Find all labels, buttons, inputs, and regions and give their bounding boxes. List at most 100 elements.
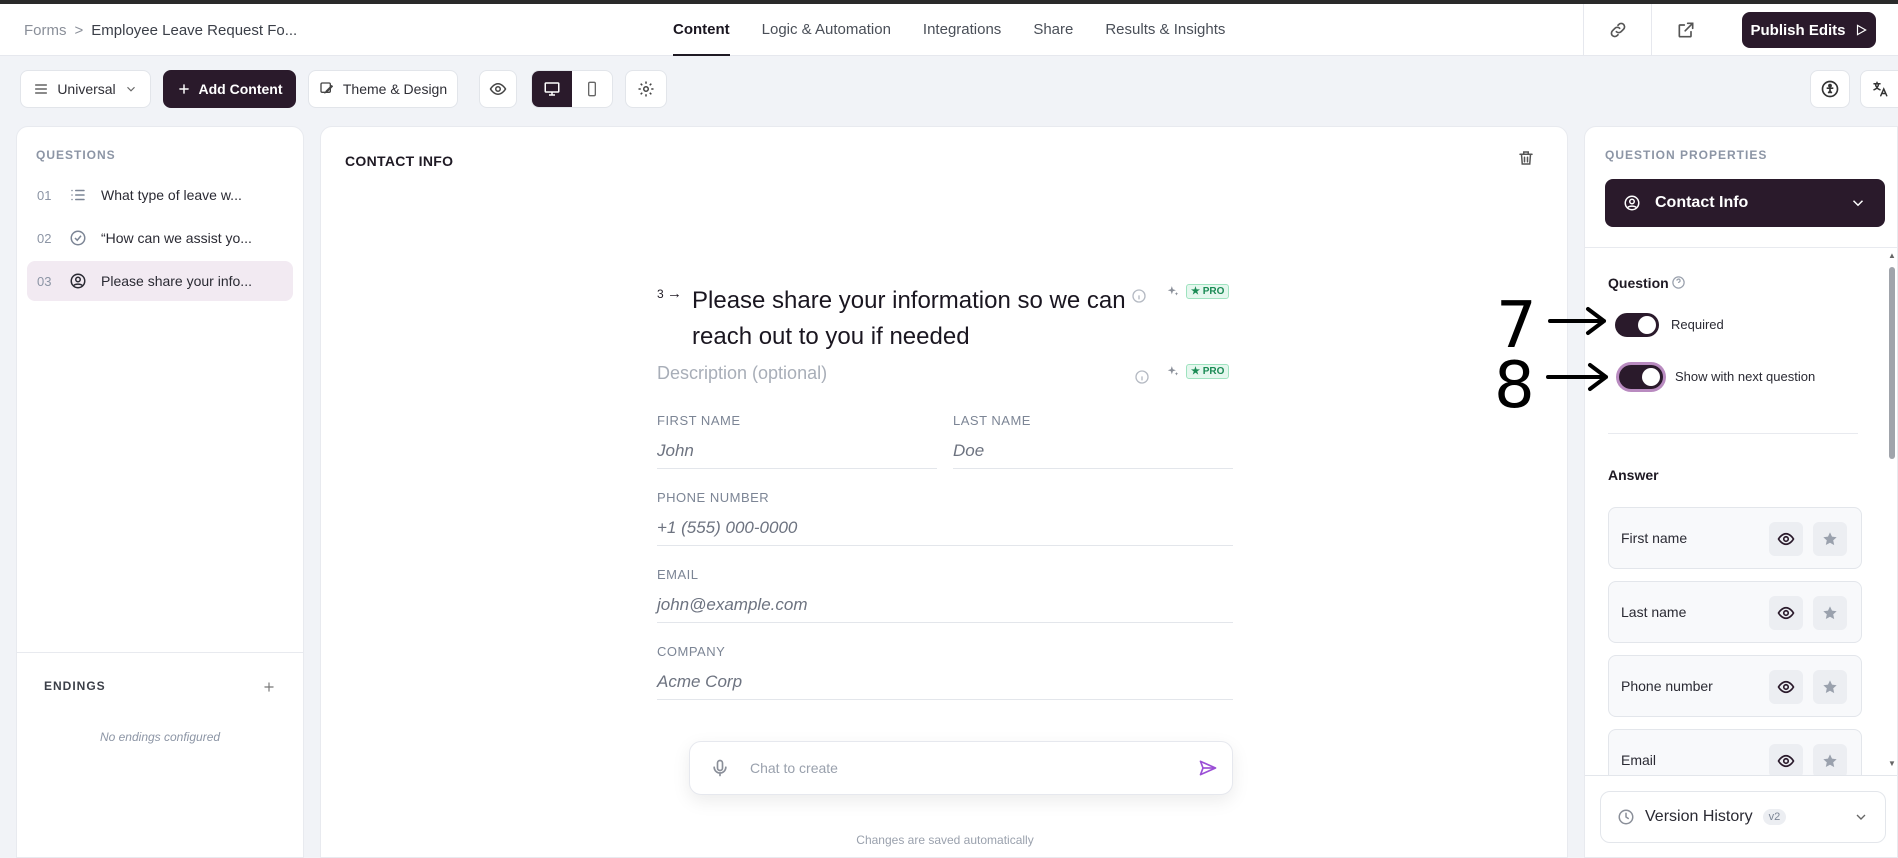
sparkle-icon (1167, 285, 1179, 295)
microphone-button[interactable] (710, 758, 730, 783)
question-number: 03 (37, 273, 52, 289)
menu-icon (35, 84, 48, 94)
add-ending-button[interactable] (257, 675, 281, 699)
question-number-label: 3 → (657, 285, 682, 302)
tab-integrations[interactable]: Integrations (923, 4, 1001, 56)
description-input[interactable]: Description (optional) (657, 363, 827, 384)
email-label: EMAIL (657, 567, 699, 582)
last-name-label: LAST NAME (953, 413, 1031, 428)
visibility-button[interactable] (1769, 596, 1803, 630)
preview-button[interactable] (479, 70, 517, 108)
question-item-2[interactable]: 02 “How can we assist yo... (27, 218, 293, 258)
mobile-view-button[interactable] (572, 71, 612, 107)
star-icon (1823, 754, 1837, 768)
phone-label: PHONE NUMBER (657, 490, 770, 505)
add-content-button[interactable]: Add Content (163, 70, 296, 108)
question-text: Please share your info... (101, 273, 252, 289)
accessibility-button[interactable] (1810, 70, 1850, 108)
required-star-button[interactable] (1813, 744, 1847, 775)
required-star-button[interactable] (1813, 596, 1847, 630)
ai-pro-title[interactable]: ★ PRO (1166, 284, 1230, 299)
version-history-label: Version History (1645, 808, 1753, 825)
chat-input[interactable]: Chat to create (750, 760, 838, 776)
ai-pro-description[interactable]: ★ PRO (1166, 364, 1230, 379)
phone-field[interactable]: +1 (555) 000-0000 (657, 512, 1233, 546)
question-item-1[interactable]: 01 What type of leave w... (27, 175, 293, 215)
company-label: COMPANY (657, 644, 726, 659)
annotation-number-8: 8 (1494, 349, 1535, 423)
scrollbar-thumb[interactable] (1889, 267, 1895, 459)
star-icon (1823, 532, 1837, 546)
microphone-icon (713, 759, 727, 777)
translate-button[interactable] (1860, 70, 1898, 108)
question-title[interactable]: Please share your information so we can … (692, 283, 1132, 355)
version-badge: v2 (1762, 809, 1787, 825)
divider (1585, 247, 1897, 248)
pro-badge: ★ PRO (1186, 364, 1230, 379)
last-name-field[interactable]: Doe (953, 435, 1233, 469)
top-header: Forms > Employee Leave Request Fo... Conte… (0, 4, 1898, 56)
tab-content[interactable]: Content (673, 4, 730, 56)
endings-label: ENDINGS (44, 679, 106, 693)
chat-to-create-box[interactable]: Chat to create (689, 741, 1233, 795)
show-with-next-toggle[interactable] (1619, 365, 1663, 389)
required-star-button[interactable] (1813, 522, 1847, 556)
answer-field-first-name: First name (1608, 507, 1862, 569)
version-history-dropdown[interactable]: Version History v2 (1600, 791, 1886, 843)
question-item-3[interactable]: 03 Please share your info... (27, 261, 293, 301)
visibility-button[interactable] (1769, 670, 1803, 704)
question-number: 02 (37, 230, 52, 246)
eye-icon (1777, 606, 1795, 620)
breadcrumb: Forms > Employee Leave Request Fo... (24, 22, 297, 39)
scroll-up-arrow[interactable]: ▲ (1888, 251, 1896, 260)
annotation-arrow-7 (1548, 307, 1606, 335)
trash-icon (1519, 151, 1533, 165)
question-properties-panel: QUESTION PROPERTIES Contact Info Questio… (1584, 126, 1898, 858)
visibility-button[interactable] (1769, 744, 1803, 775)
breadcrumb-forms-link[interactable]: Forms (24, 22, 67, 39)
required-toggle[interactable] (1615, 313, 1659, 337)
send-button[interactable] (1198, 758, 1218, 783)
mode-select[interactable]: Universal (20, 70, 151, 108)
smartphone-icon (588, 81, 596, 97)
tab-results-insights[interactable]: Results & Insights (1105, 4, 1225, 56)
delete-question-button[interactable] (1517, 149, 1535, 172)
help-icon-button[interactable] (1671, 275, 1686, 295)
required-star-button[interactable] (1813, 670, 1847, 704)
info-icon[interactable] (1134, 369, 1150, 390)
tab-logic-automation[interactable]: Logic & Automation (762, 4, 891, 56)
translate-icon (1872, 81, 1887, 97)
chevron-down-icon (1856, 814, 1866, 820)
endings-section: ENDINGS No endings configured (17, 652, 303, 858)
chevron-down-icon (1852, 200, 1864, 207)
open-external-button[interactable] (1651, 4, 1719, 56)
question-type-dropdown[interactable]: Contact Info (1605, 179, 1885, 227)
questions-label: QUESTIONS (36, 148, 116, 162)
tab-share[interactable]: Share (1033, 4, 1073, 56)
monitor-icon (544, 82, 560, 96)
question-section-label: Question (1608, 275, 1669, 291)
theme-design-button[interactable]: Theme & Design (308, 70, 458, 108)
device-toggle (531, 70, 613, 108)
arrow-right-icon: → (667, 285, 683, 302)
desktop-view-button[interactable] (532, 71, 572, 107)
email-field[interactable]: john@example.com (657, 589, 1233, 623)
first-name-field[interactable]: John (657, 435, 937, 469)
question-number-value: 3 (657, 287, 664, 301)
copy-link-button[interactable] (1583, 4, 1651, 56)
properties-label: QUESTION PROPERTIES (1605, 148, 1768, 162)
settings-button[interactable] (625, 70, 667, 108)
answer-field-phone: Phone number (1608, 655, 1862, 717)
publish-edits-button[interactable]: Publish Edits (1742, 12, 1876, 48)
info-icon[interactable] (1131, 288, 1147, 309)
scroll-down-arrow[interactable]: ▼ (1888, 759, 1896, 768)
info-circle-icon (1135, 370, 1149, 384)
link-icon (1610, 22, 1625, 38)
star-icon (1823, 680, 1837, 694)
play-icon (1856, 24, 1867, 36)
visibility-button[interactable] (1769, 522, 1803, 556)
company-field[interactable]: Acme Corp (657, 666, 1233, 700)
star-icon (1823, 606, 1837, 620)
eye-icon (1777, 754, 1795, 768)
help-circle-icon (1672, 276, 1685, 289)
